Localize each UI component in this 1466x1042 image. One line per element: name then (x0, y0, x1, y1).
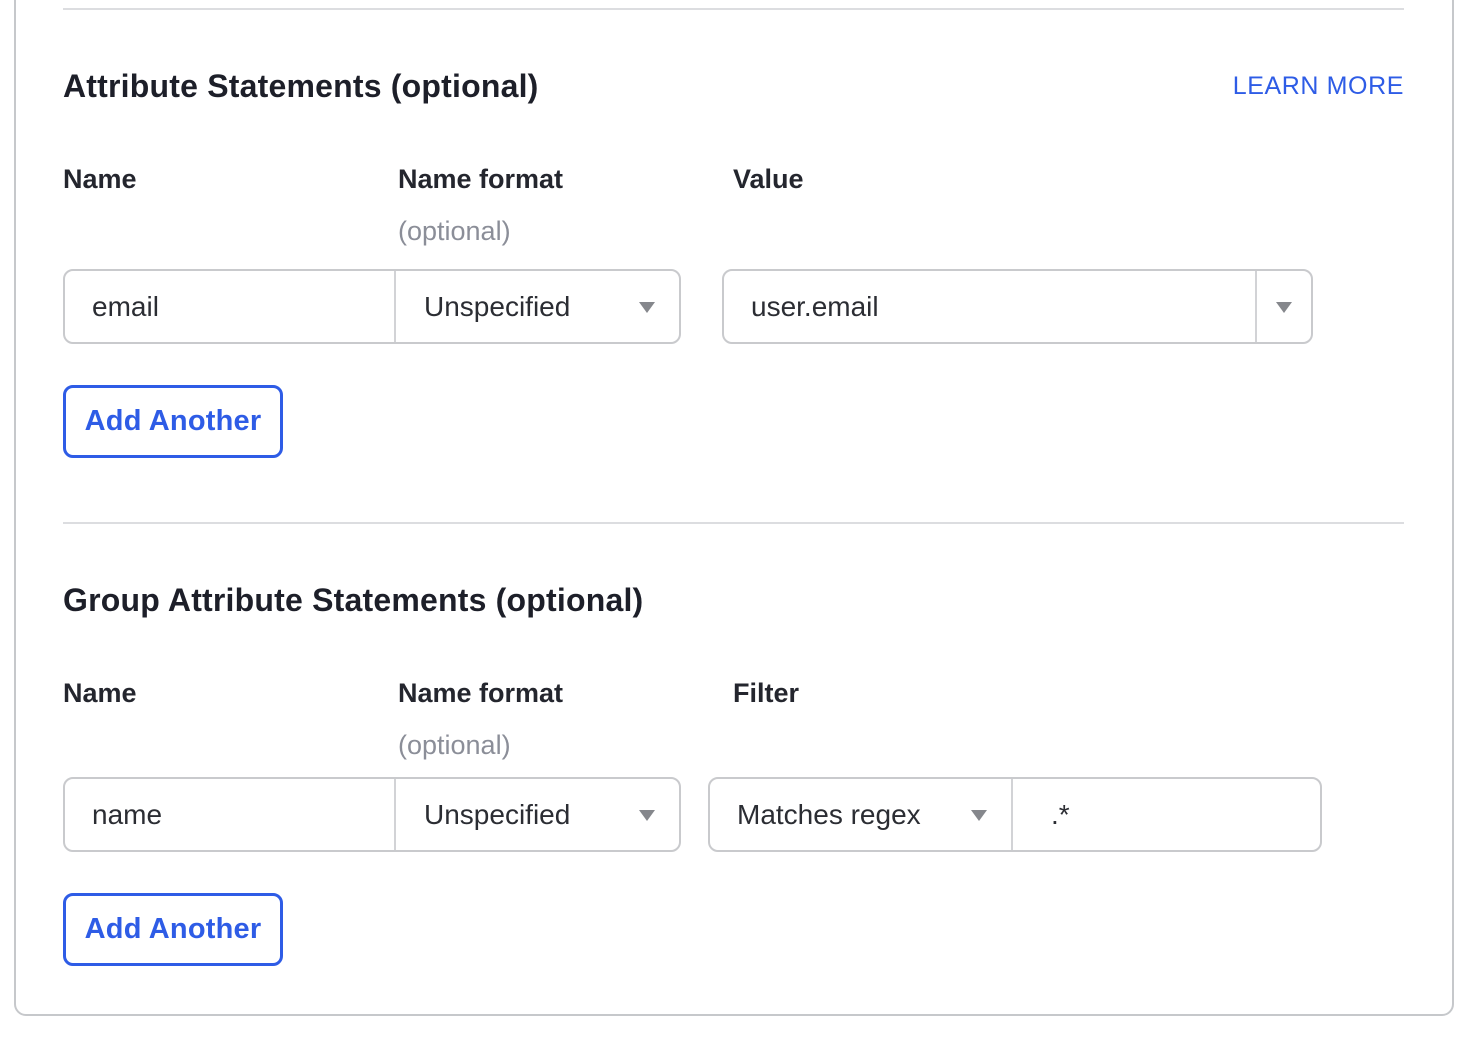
group-attribute-statement-row: Unspecified Matches regex (63, 777, 1404, 852)
attr-name-and-format-group: Unspecified (63, 269, 681, 344)
group-add-another-button[interactable]: Add Another (63, 893, 283, 966)
attr-value-field-wrap (724, 271, 1255, 342)
group-name-format-column: Name format (optional) (398, 676, 733, 762)
group-filter-column-label: Filter (733, 676, 1404, 762)
attr-name-format-column: Name format (optional) (398, 162, 733, 248)
attr-name-format-optional-label: (optional) (398, 214, 733, 248)
section-divider (63, 522, 1404, 524)
card-content: Attribute Statements (optional) LEARN MO… (16, 8, 1452, 1042)
attr-name-input[interactable] (65, 271, 394, 342)
group-attribute-statements-title: Group Attribute Statements (optional) (63, 580, 643, 620)
chevron-down-icon (639, 810, 655, 821)
attr-name-field-wrap (65, 271, 396, 342)
attribute-statements-title: Attribute Statements (optional) (63, 66, 539, 106)
attribute-statements-header: Attribute Statements (optional) LEARN MO… (63, 66, 1404, 106)
group-filter-type-selected-value: Matches regex (737, 799, 921, 831)
group-name-format-select[interactable]: Unspecified (396, 779, 679, 850)
chevron-down-icon (971, 810, 987, 821)
group-filter-value-input[interactable] (1013, 779, 1320, 850)
group-filter-type-select[interactable]: Matches regex (710, 779, 1013, 850)
settings-card: Attribute Statements (optional) LEARN MO… (14, 0, 1454, 1016)
group-name-format-selected-value: Unspecified (424, 799, 570, 831)
group-name-and-format-group: Unspecified (63, 777, 681, 852)
attr-value-dropdown-button[interactable] (1255, 271, 1311, 342)
chevron-down-icon (1276, 302, 1292, 313)
group-filter-value-field-wrap (1013, 779, 1320, 850)
attr-add-another-button[interactable]: Add Another (63, 385, 283, 458)
attr-value-group (722, 269, 1313, 344)
group-filter-group: Matches regex (708, 777, 1322, 852)
group-attribute-statements-column-labels: Name Name format (optional) Filter (63, 676, 1404, 762)
attr-name-format-select[interactable]: Unspecified (396, 271, 679, 342)
attr-value-column-label: Value (733, 162, 1404, 248)
group-name-format-column-label: Name format (398, 676, 733, 710)
attr-name-format-column-label: Name format (398, 162, 733, 196)
attribute-statements-column-labels: Name Name format (optional) Value (63, 162, 1404, 248)
attr-value-input[interactable] (724, 271, 1255, 342)
group-name-field-wrap (65, 779, 396, 850)
attr-name-format-selected-value: Unspecified (424, 291, 570, 323)
top-divider (63, 8, 1404, 10)
learn-more-link[interactable]: LEARN MORE (1233, 70, 1404, 106)
group-name-column-label: Name (63, 676, 398, 762)
attr-name-column-label: Name (63, 162, 398, 248)
chevron-down-icon (639, 302, 655, 313)
group-attribute-statements-header: Group Attribute Statements (optional) (63, 580, 1404, 620)
group-name-input[interactable] (65, 779, 394, 850)
attribute-statement-row: Unspecified (63, 269, 1404, 344)
group-name-format-optional-label: (optional) (398, 728, 733, 762)
